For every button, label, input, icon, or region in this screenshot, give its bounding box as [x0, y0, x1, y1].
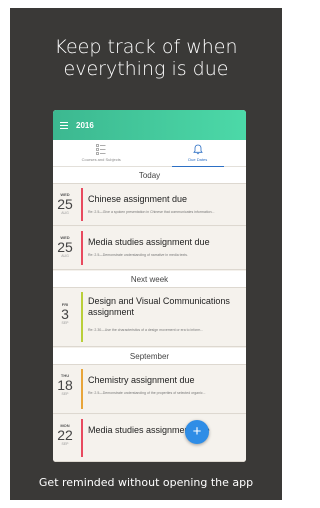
tab-due-dates-label: Due Dates: [188, 157, 208, 162]
promo-headline-line2: everything is due: [63, 58, 229, 80]
date-block: WED 25 AUG: [53, 227, 77, 258]
item-title: Chemistry assignment due: [88, 375, 195, 385]
list-item[interactable]: FRI 3 SEP Design and Visual Communicatio…: [53, 288, 246, 347]
item-description: Re: 2.5—Give a spoken presentation in Ch…: [88, 210, 215, 214]
date-block: WED 25 AUG: [53, 184, 77, 215]
list-item[interactable]: THU 18 SEP Chemistry assignment due Re: …: [53, 365, 246, 414]
item-title: Design and Visual Communications assignm…: [88, 296, 230, 317]
date-block: FRI 3 SEP: [53, 288, 77, 325]
accent-stripe: [81, 292, 83, 342]
tab-courses-label: Courses and Subjects: [81, 157, 121, 162]
tab-courses-and-subjects[interactable]: Courses and Subjects: [53, 140, 150, 167]
list-item[interactable]: WED 25 AUG Chinese assignment due Re: 2.…: [53, 184, 246, 226]
section-header-next-week: Next week: [53, 271, 246, 288]
day-number: 25: [57, 239, 73, 255]
accent-stripe: [81, 231, 83, 265]
year-title: 2016: [76, 120, 94, 130]
promo-headline: Keep track of when everything is due: [10, 36, 282, 80]
promo-frame: Keep track of when everything is due 201…: [10, 8, 282, 500]
section-header-today: Today: [53, 167, 246, 184]
item-description: Re: 2.30—Use the characteristics of a de…: [88, 328, 204, 332]
day-number: 25: [57, 196, 73, 212]
bell-icon: [192, 144, 203, 155]
item-title: Chinese assignment due: [88, 194, 188, 204]
accent-stripe: [81, 419, 83, 457]
list-icon: [96, 144, 106, 155]
list-item[interactable]: WED 25 AUG Media studies assignment due …: [53, 227, 246, 270]
day-number: 22: [57, 427, 73, 443]
item-description: Re: 2.5—Demonstrate understanding of nar…: [88, 253, 188, 257]
list-item[interactable]: MON 22 SEP Media studies assignment due: [53, 415, 246, 462]
menu-icon[interactable]: [60, 121, 68, 129]
month: SEP: [61, 321, 69, 325]
item-title: Media studies assignment due: [88, 425, 210, 435]
date-block: THU 18 SEP: [53, 365, 77, 396]
section-header-september: September: [53, 348, 246, 365]
app-bar: 2016: [53, 110, 246, 140]
date-block: MON 22 SEP: [53, 415, 77, 446]
tab-due-dates[interactable]: Due Dates: [150, 140, 247, 167]
promo-headline-line1: Keep track of when: [54, 36, 238, 58]
item-title: Media studies assignment due: [88, 237, 210, 247]
day-number: 3: [61, 306, 69, 322]
promo-footer: Get reminded without opening the app: [38, 476, 254, 489]
phone-screen: 2016 Courses and Subjects Due Dates Toda…: [53, 110, 246, 462]
tab-bar: Courses and Subjects Due Dates: [53, 140, 246, 167]
item-description: Re: 2.5—Demonstrate understanding of the…: [88, 391, 206, 395]
add-button[interactable]: +: [185, 420, 209, 444]
accent-stripe: [81, 369, 83, 409]
day-number: 18: [57, 377, 73, 393]
accent-stripe: [81, 188, 83, 221]
